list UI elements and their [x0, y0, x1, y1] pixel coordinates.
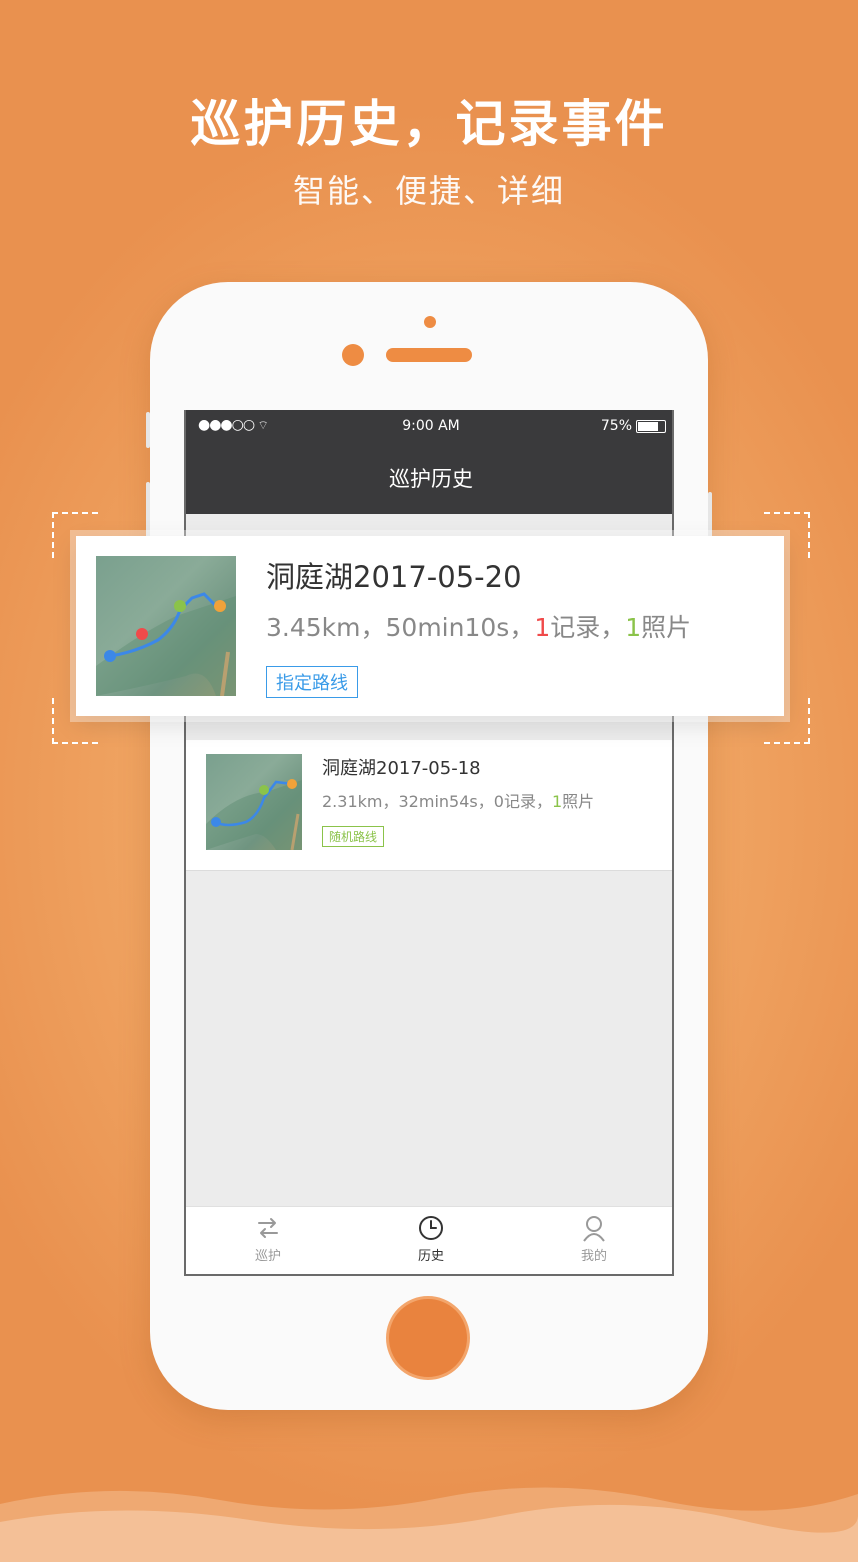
battery-icon: [636, 419, 666, 433]
record-title: 洞庭湖2017-05-18: [322, 758, 481, 779]
subheadline: 智能、便捷、详细: [292, 172, 565, 210]
route-type-badge: 随机路线: [322, 826, 385, 847]
clock-icon: [419, 1216, 443, 1240]
route-map-thumbnail: [206, 754, 302, 850]
tab-mine[interactable]: 我的: [534, 1213, 654, 1264]
user-icon: [583, 1216, 605, 1242]
front-camera: [424, 316, 436, 328]
featured-history-card[interactable]: 洞庭湖2017-05-20 3.45km，50min10s，1记录，1照片 指定…: [76, 536, 784, 716]
tab-bar: 巡护 历史 我的: [186, 1206, 672, 1274]
decorative-waves: [0, 1487, 858, 1562]
tab-history[interactable]: 历史: [371, 1213, 491, 1264]
home-button[interactable]: [386, 1296, 470, 1380]
route-map-thumbnail: [96, 556, 236, 696]
earpiece-speaker: [386, 348, 472, 362]
tab-patrol[interactable]: 巡护: [208, 1213, 328, 1264]
record-summary: 2.31km，32min54s，0记录，1照片: [322, 792, 595, 811]
headline: 巡护历史，记录事件: [190, 95, 668, 153]
route-type-badge: 指定路线: [266, 666, 358, 698]
record-title: 洞庭湖2017-05-20: [266, 560, 522, 594]
nav-title: 巡护历史: [186, 444, 672, 514]
patrol-route-icon: [258, 1218, 278, 1238]
status-bar: ●●●○○ ⌔ 9:00 AM 75%: [186, 410, 672, 444]
camera-lens: [342, 344, 364, 366]
record-summary: 3.45km，50min10s，1记录，1照片: [266, 613, 692, 642]
history-list-item[interactable]: 洞庭湖2017-05-18 2.31km，32min54s，0记录，1照片 随机…: [186, 740, 672, 871]
battery-indicator: 75%: [601, 418, 666, 434]
